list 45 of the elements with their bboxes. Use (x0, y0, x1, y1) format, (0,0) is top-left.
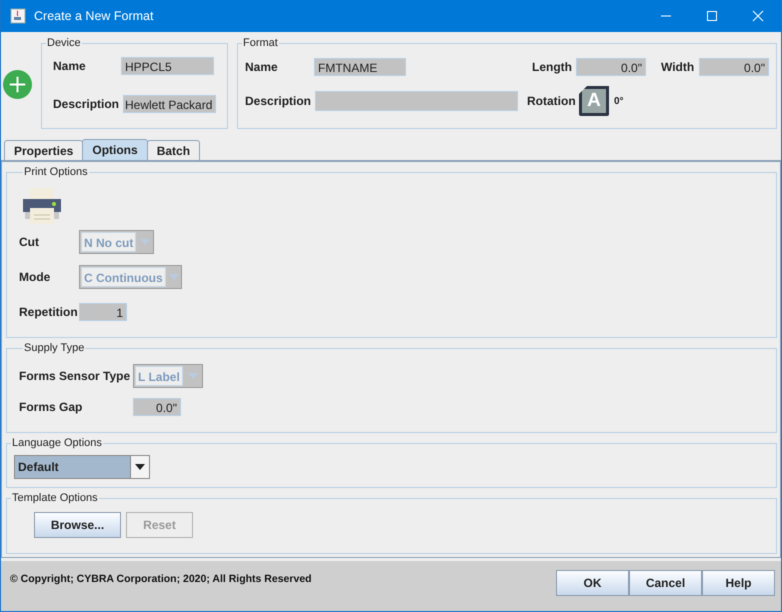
field-label: Forms Gap (19, 400, 84, 414)
width-field[interactable]: 0.0" (699, 58, 769, 76)
dialog-button[interactable]: OK (556, 570, 629, 596)
caret-icon (168, 274, 179, 280)
group-title: Supply Type (23, 342, 86, 354)
tab[interactable]: Options (82, 139, 148, 160)
description-field[interactable] (315, 91, 518, 111)
close-icon (752, 10, 764, 22)
tab[interactable]: Properties (4, 140, 84, 160)
field-label: Rotation (527, 94, 577, 108)
field-label: Width (661, 60, 696, 74)
group-title: Format (242, 37, 279, 49)
copyright-text: © Copyright; CYBRA Corporation; 2020; All Rights Reserved (10, 573, 312, 585)
length-field[interactable]: 0.0" (576, 58, 646, 76)
field-label: Forms Sensor Type (19, 368, 132, 382)
number-field[interactable]: 1 (79, 302, 127, 320)
dialog-button[interactable]: Cancel (629, 570, 702, 596)
caret-icon (135, 464, 145, 470)
caret-icon (188, 372, 198, 378)
caret-icon (140, 238, 150, 244)
browse-button[interactable]: Browse... (34, 512, 121, 538)
add-icon[interactable] (3, 70, 32, 99)
name-field[interactable]: FMTNAME (314, 58, 406, 76)
number-field[interactable]: 0.0" (133, 398, 181, 416)
field-label: Mode (19, 270, 52, 284)
field-label: Length (532, 60, 573, 74)
field-label: Description (245, 94, 312, 108)
maximize-icon (706, 10, 718, 22)
rotation-value: 0° (614, 96, 624, 106)
field-label: Name (53, 59, 87, 73)
field-label: Name (245, 60, 279, 74)
field-label: Description (53, 97, 120, 111)
field-label: Repetition (19, 304, 79, 318)
group-title: Template Options (11, 492, 99, 504)
name-field[interactable]: HPPCL5 (121, 57, 214, 75)
group-title: Language Options (11, 437, 103, 449)
group-title: Device (46, 37, 82, 49)
language-dropdown[interactable]: Default (14, 455, 150, 479)
dialog-button[interactable]: Help (702, 570, 775, 596)
description-field[interactable]: Hewlett Packard (123, 95, 216, 113)
tab[interactable]: Batch (146, 140, 200, 160)
group-title: Print Options (23, 166, 89, 178)
field-label: Cut (19, 234, 40, 248)
window-title: Create a New Format (34, 9, 154, 23)
printer-icon (23, 188, 61, 224)
